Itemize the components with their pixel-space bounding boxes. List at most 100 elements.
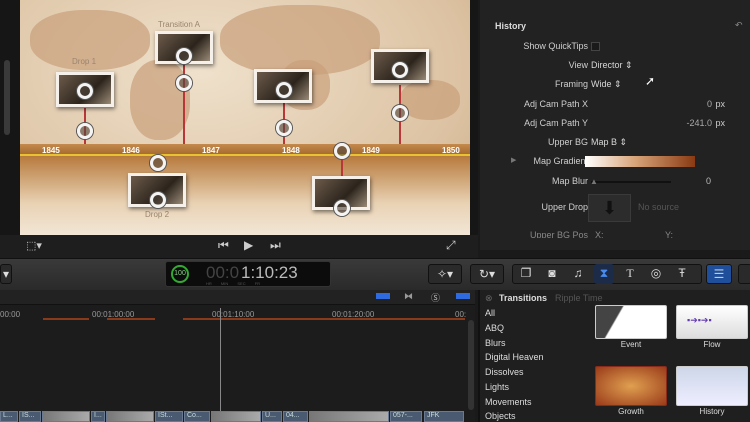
category-all[interactable]: All: [485, 308, 495, 318]
target-handle[interactable]: [392, 105, 408, 121]
year-1848: 1848: [282, 146, 300, 155]
drop-1-label: Drop 1: [72, 57, 97, 66]
timeline-clip[interactable]: Co...: [184, 411, 210, 422]
transition-clip[interactable]: [211, 411, 261, 422]
category-objects[interactable]: Objects: [485, 411, 516, 421]
year-1849: 1849: [362, 146, 380, 155]
year-1847: 1847: [202, 146, 220, 155]
close-icon[interactable]: ⊗: [485, 293, 493, 304]
target-handle[interactable]: [276, 82, 292, 98]
timeline-clip[interactable]: 04...: [283, 411, 308, 422]
transition-clip[interactable]: [106, 411, 154, 422]
ruler-label: 00:: [455, 310, 467, 319]
video-toggle-icon[interactable]: [376, 293, 390, 299]
disclosure-triangle-icon[interactable]: ▶: [511, 156, 516, 164]
inspector-title: History: [495, 21, 527, 31]
inspector-toggle[interactable]: ☰: [706, 264, 732, 284]
reset-icon[interactable]: ↶: [735, 20, 743, 31]
transitions-browser-icon[interactable]: ⧗: [594, 264, 614, 284]
map-gradient-label: Map Gradient: [533, 156, 588, 166]
target-handle[interactable]: [150, 192, 166, 208]
thumb-event-label: Event: [620, 340, 642, 349]
generators-browser-icon[interactable]: ◎: [646, 264, 666, 284]
target-handle[interactable]: [150, 155, 166, 171]
previous-edit-icon[interactable]: ⏮: [218, 238, 229, 253]
timeline-scrollbar[interactable]: [468, 320, 474, 410]
cam-path-y-label: Adj Cam Path Y: [524, 118, 588, 128]
framing-select[interactable]: Wide ⇕: [591, 79, 622, 90]
thumb-history[interactable]: [676, 366, 748, 406]
cam-path-x-value[interactable]: 0: [707, 99, 712, 109]
target-handle[interactable]: [334, 200, 350, 216]
playhead[interactable]: [220, 308, 221, 422]
category-lights[interactable]: Lights: [485, 382, 509, 392]
transition-clip[interactable]: [309, 411, 389, 422]
timeline-clip[interactable]: U...: [262, 411, 282, 422]
target-handle[interactable]: [77, 83, 93, 99]
map-blur-slider[interactable]: [591, 181, 671, 183]
fullscreen-icon[interactable]: ⤢: [446, 238, 456, 253]
themes-browser-icon[interactable]: Ŧ: [672, 264, 692, 284]
view-select[interactable]: Director ⇕: [591, 60, 633, 71]
view-options-icon[interactable]: ⬚▾: [26, 239, 42, 252]
audio-waveform-icon[interactable]: ⧓: [404, 291, 413, 302]
drop-well[interactable]: ⬇: [588, 194, 631, 222]
category-movements[interactable]: Movements: [485, 397, 532, 407]
drop-2-label: Drop 2: [145, 210, 170, 219]
timecode-display[interactable]: 100 00:0 1:10:23 HR MIN SEC FR: [165, 261, 331, 287]
target-handle[interactable]: [176, 75, 192, 91]
slider-thumb[interactable]: ▲: [590, 177, 598, 186]
photo-browser-icon[interactable]: ◙: [542, 264, 562, 284]
unit-px: px: [715, 99, 725, 109]
map-blur-value[interactable]: 0: [706, 176, 711, 186]
thumb-flow-label: Flow: [703, 340, 721, 349]
framing-label: Framing: [554, 79, 588, 89]
category-dissolves[interactable]: Dissolves: [485, 367, 524, 377]
timecode-units: HR MIN SEC FR: [206, 281, 261, 286]
toolbar-menu-button[interactable]: ▾: [0, 264, 12, 284]
timeline-clip[interactable]: 057-...: [390, 411, 422, 422]
thumb-flow[interactable]: ▪➔▪➔▪: [676, 305, 748, 339]
enhance-icon[interactable]: ✧▾: [428, 264, 462, 284]
music-browser-icon[interactable]: ♫: [568, 264, 588, 284]
cam-path-x-label: Adj Cam Path X: [523, 99, 588, 109]
clip-browser-icon[interactable]: ❐: [516, 264, 536, 284]
map-canvas: 1845 1846 1847 1848 1849 1850 Drop 1 Tra…: [20, 0, 470, 235]
target-handle[interactable]: [77, 123, 93, 139]
extra-button[interactable]: [738, 264, 750, 284]
timecode-dim: 00:0: [206, 263, 240, 282]
thumb-event[interactable]: [595, 305, 667, 339]
timeline-band: [20, 144, 470, 156]
timeline-clip[interactable]: L...: [0, 411, 18, 422]
transition-clip[interactable]: [42, 411, 90, 422]
target-handle[interactable]: [334, 143, 350, 159]
timeline-clip[interactable]: IS...: [19, 411, 41, 422]
snapping-icon[interactable]: [456, 293, 470, 299]
cam-path-y-value[interactable]: -241.0: [686, 118, 712, 128]
play-icon[interactable]: ▶: [244, 238, 253, 252]
category-abq[interactable]: ABQ: [485, 323, 504, 333]
show-quicktips-checkbox[interactable]: [591, 42, 600, 51]
year-1850: 1850: [442, 146, 460, 155]
viewer-scrollbar[interactable]: [4, 60, 10, 135]
category-digital-heaven[interactable]: Digital Heaven: [485, 352, 544, 362]
target-handle[interactable]: [392, 62, 408, 78]
thumb-growth[interactable]: [595, 366, 667, 406]
map-gradient-swatch[interactable]: [585, 156, 695, 167]
retime-icon[interactable]: ↻▾: [470, 264, 504, 284]
timeline-clip[interactable]: ISt...: [155, 411, 183, 422]
upper-drop-label: Upper Drop: [541, 202, 588, 212]
upper-bg-select[interactable]: Map B ⇕: [591, 137, 627, 148]
timeline-clip[interactable]: I...: [91, 411, 105, 422]
category-blurs[interactable]: Blurs: [485, 338, 506, 348]
zoom-indicator: 100: [171, 265, 189, 283]
lower-gradient: [20, 156, 470, 235]
view-label: View: [568, 60, 588, 70]
target-handle[interactable]: [276, 120, 292, 136]
target-handle[interactable]: [176, 48, 192, 64]
next-edit-icon[interactable]: ⏭: [270, 238, 281, 253]
solo-icon[interactable]: Ⓢ: [431, 291, 440, 304]
browser-subtitle: Ripple Time: [555, 293, 603, 303]
titles-browser-icon[interactable]: T: [620, 264, 640, 284]
timeline-clip[interactable]: JFK: [424, 411, 464, 422]
